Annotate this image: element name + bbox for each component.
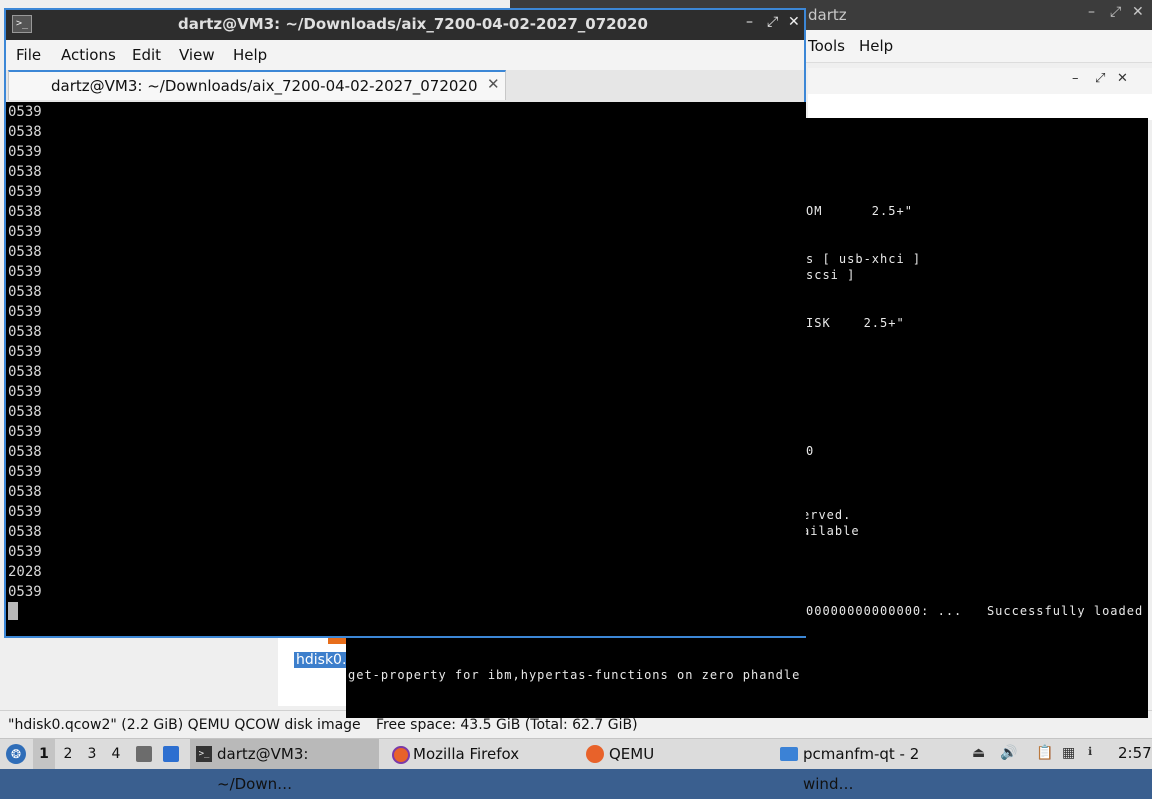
minimize-icon[interactable]: –	[1072, 71, 1079, 86]
menu-view[interactable]: View	[179, 46, 215, 64]
task-terminal-label: dartz@VM3: ~/Down…	[217, 745, 309, 793]
terminal-title: dartz@VM3: ~/Downloads/aix_7200-04-02-20…	[178, 15, 648, 33]
workspace-3[interactable]: 3	[81, 739, 103, 769]
qemu-line: s [ usb-xhci ]	[806, 252, 922, 266]
terminal-line: 0538	[8, 204, 42, 220]
file-manager-title: dartz	[808, 6, 847, 24]
qemu-line: erved.	[802, 508, 852, 522]
task-qemu[interactable]: QEMU	[584, 739, 772, 769]
show-desktop-icon[interactable]	[163, 746, 179, 762]
terminal-line: 0539	[8, 384, 42, 400]
clock[interactable]: 2:57	[1118, 744, 1152, 762]
qemu-line: OM 2.5+"	[806, 204, 913, 218]
folder-icon	[780, 747, 798, 761]
terminal-line: 0539	[8, 264, 42, 280]
tab-close-icon[interactable]: ✕	[487, 75, 500, 93]
qemu-inner-titlebar: – ⤢ ✕	[808, 68, 1152, 95]
terminal-icon: >_	[196, 746, 212, 762]
file-cabinet-icon[interactable]	[136, 746, 152, 762]
terminal-tabbar: dartz@VM3: ~/Downloads/aix_7200-04-02-20…	[6, 70, 804, 102]
qemu-tabstrip	[808, 94, 1152, 120]
task-firefox[interactable]: Mozilla Firefox	[388, 739, 576, 769]
task-qemu-label: QEMU	[609, 745, 655, 763]
terminal-app-icon: >_	[12, 15, 32, 33]
terminal-tab[interactable]: dartz@VM3: ~/Downloads/aix_7200-04-02-20…	[8, 70, 506, 100]
minimize-icon[interactable]: –	[746, 14, 753, 30]
terminal-line: 2028	[8, 564, 42, 580]
qemu-line: 00000000000000: ... Successfully loaded	[806, 604, 1144, 618]
task-pcmanfm-label: pcmanfm-qt - 2 wind…	[803, 745, 920, 793]
terminal-line: 0539	[8, 224, 42, 240]
terminal-line: 0539	[8, 464, 42, 480]
start-menu-icon[interactable]: ❂	[6, 744, 26, 764]
terminal-line: 0539	[8, 344, 42, 360]
eject-icon[interactable]: ⏏	[972, 745, 985, 761]
close-icon[interactable]: ✕	[1117, 71, 1128, 86]
terminal-line: 0539	[8, 504, 42, 520]
terminal-line: 0538	[8, 124, 42, 140]
menu-tools[interactable]: Tools	[808, 37, 845, 55]
terminal-line: 0538	[8, 244, 42, 260]
terminal-tab-label: dartz@VM3: ~/Downloads/aix_7200-04-02-20…	[51, 77, 478, 95]
terminal-line: 0539	[8, 104, 42, 120]
menu-actions[interactable]: Actions	[61, 46, 116, 64]
terminal-output[interactable]: 0539 0538 0539 0538 0539 0538 0539 0538 …	[6, 102, 806, 636]
terminal-line: 0539	[8, 144, 42, 160]
workspace-4[interactable]: 4	[105, 739, 127, 769]
terminal-line: 0539	[8, 184, 42, 200]
status-free-space: Free space: 43.5 GiB (Total: 62.7 GiB)	[376, 717, 638, 733]
workspace-1[interactable]: 1	[33, 739, 55, 769]
qemu-line: ISK 2.5+"	[806, 316, 905, 330]
terminal-line: 0539	[8, 584, 42, 600]
qemu-line: ailable	[802, 524, 860, 538]
menu-help[interactable]: Help	[233, 46, 267, 64]
terminal-menubar: File Actions Edit View Help	[6, 40, 804, 71]
firefox-icon	[392, 746, 410, 764]
maximize-icon[interactable]: ⤢	[1110, 4, 1121, 20]
maximize-icon[interactable]: ⤢	[1095, 71, 1105, 86]
terminal-line: 0538	[8, 524, 42, 540]
task-firefox-label: Mozilla Firefox	[413, 745, 520, 763]
terminal-line: 0538	[8, 404, 42, 420]
volume-icon[interactable]: 🔊	[1000, 745, 1017, 761]
qemu-line: scsi ]	[806, 268, 856, 282]
task-pcmanfm[interactable]: pcmanfm-qt - 2 wind…	[778, 739, 966, 793]
network-icon[interactable]: ▦	[1062, 745, 1075, 761]
task-terminal[interactable]: >_ dartz@VM3: ~/Down…	[190, 739, 379, 793]
taskbar: ❂ 1 2 3 4 >_ dartz@VM3: ~/Down… Mozilla …	[0, 738, 1152, 793]
terminal-line: 0539	[8, 304, 42, 320]
terminal-line: 0538	[8, 324, 42, 340]
terminal-line: 0539	[8, 544, 42, 560]
menu-file[interactable]: File	[16, 46, 41, 64]
terminal-line: 0539	[8, 424, 42, 440]
workspace-2[interactable]: 2	[57, 739, 79, 769]
terminal-titlebar[interactable]: >_ dartz@VM3: ~/Downloads/aix_7200-04-02…	[6, 10, 804, 40]
terminal-cursor	[8, 602, 18, 620]
qemu-line: get-property for ibm,hypertas-functions …	[348, 668, 801, 682]
menu-edit[interactable]: Edit	[132, 46, 161, 64]
maximize-icon[interactable]: ⤢	[767, 14, 778, 30]
menu-help[interactable]: Help	[859, 37, 893, 55]
terminal-line: 0538	[8, 444, 42, 460]
qemu-icon	[586, 745, 604, 763]
terminal-line: 0538	[8, 364, 42, 380]
terminal-line: 0538	[8, 284, 42, 300]
clipboard-icon[interactable]: 📋	[1036, 745, 1053, 761]
terminal-window[interactable]: >_ dartz@VM3: ~/Downloads/aix_7200-04-02…	[4, 8, 806, 638]
terminal-line: 0538	[8, 164, 42, 180]
status-file-info: "hdisk0.qcow2" (2.2 GiB) QEMU QCOW disk …	[8, 717, 361, 733]
terminal-line: 0538	[8, 484, 42, 500]
minimize-icon[interactable]: –	[1088, 4, 1095, 20]
close-icon[interactable]: ✕	[1132, 4, 1144, 20]
close-icon[interactable]: ✕	[788, 14, 800, 30]
notification-icon[interactable]: ℹ	[1088, 745, 1092, 758]
qemu-line: 0	[806, 444, 815, 458]
